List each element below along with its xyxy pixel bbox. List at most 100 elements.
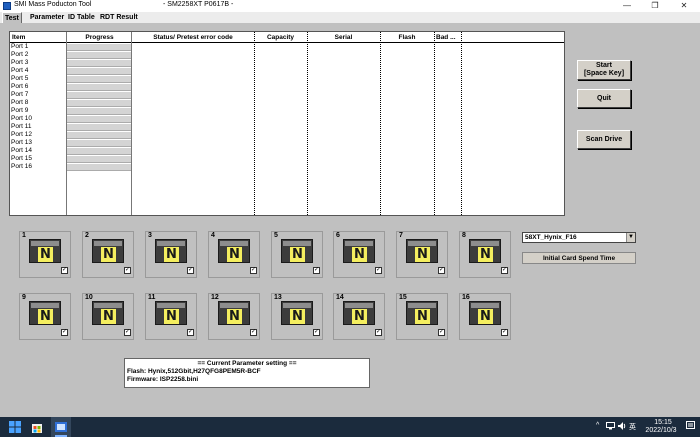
slot-checkbox[interactable]: ✓ [501, 329, 508, 336]
progress-cell [67, 132, 131, 139]
progress-cell [67, 148, 131, 155]
port-label: Port 16 [11, 163, 32, 170]
column-header-progress[interactable]: Progress [67, 33, 132, 42]
slot-checkbox[interactable]: ✓ [187, 329, 194, 336]
tab-test[interactable]: Test [2, 12, 22, 23]
drive-icon: N [29, 239, 61, 263]
slot-checkbox[interactable]: ✓ [375, 267, 382, 274]
slot-number: 16 [462, 294, 470, 301]
drive-letter: N [38, 309, 53, 324]
clock-date[interactable]: 2022/10/3 [641, 427, 681, 434]
port-label: Port 7 [11, 91, 29, 98]
drive-slot[interactable]: 4 N ✓ [208, 231, 260, 278]
drive-slot[interactable]: 1 N ✓ [19, 231, 71, 278]
drive-icon: N [469, 239, 501, 263]
slot-checkbox[interactable]: ✓ [61, 329, 68, 336]
drive-slot[interactable]: 5 N ✓ [271, 231, 323, 278]
drive-icon: N [343, 301, 375, 325]
flash-setting-dropdown[interactable]: 58XT_Hynix_F16 ▼ [522, 232, 636, 243]
drive-slot[interactable]: 2 N ✓ [82, 231, 134, 278]
volume-icon[interactable] [618, 422, 627, 432]
column-divider [307, 32, 308, 215]
drive-slot[interactable]: 11 N ✓ [145, 293, 197, 340]
scan-drive-button[interactable]: Scan Drive [577, 130, 631, 149]
slot-checkbox[interactable]: ✓ [250, 267, 257, 274]
input-language-indicator[interactable]: 英 [629, 422, 636, 432]
tray-chevron-icon[interactable]: ^ [596, 422, 599, 429]
app-icon [3, 2, 11, 10]
drive-letter: N [101, 309, 116, 324]
port-status-grid[interactable]: Item Progress Status/ Pretest error code… [9, 31, 565, 216]
drive-icon: N [281, 239, 313, 263]
slot-checkbox[interactable]: ✓ [438, 267, 445, 274]
minimize-button[interactable]: — [613, 0, 641, 12]
slot-checkbox[interactable]: ✓ [438, 329, 445, 336]
network-icon[interactable] [606, 422, 615, 432]
close-button[interactable]: ✕ [670, 0, 698, 12]
drive-slot[interactable]: 14 N ✓ [333, 293, 385, 340]
column-divider [380, 32, 381, 215]
slot-number: 1 [22, 232, 26, 239]
slot-checkbox[interactable]: ✓ [501, 267, 508, 274]
slot-number: 12 [211, 294, 219, 301]
flash-setting-value: 58XT_Hynix_F16 [525, 234, 577, 241]
drive-slot[interactable]: 8 N ✓ [459, 231, 511, 278]
drive-slot[interactable]: 12 N ✓ [208, 293, 260, 340]
column-header-capacity[interactable]: Capacity [254, 33, 307, 42]
slot-number: 4 [211, 232, 215, 239]
slot-checkbox[interactable]: ✓ [375, 329, 382, 336]
slot-number: 2 [85, 232, 89, 239]
clock-time[interactable]: 15:15 [648, 419, 678, 426]
column-header-status[interactable]: Status/ Pretest error code [132, 33, 254, 42]
slot-number: 3 [148, 232, 152, 239]
drive-letter: N [164, 309, 179, 324]
drive-letter: N [164, 247, 179, 262]
slot-checkbox[interactable]: ✓ [313, 329, 320, 336]
slot-checkbox[interactable]: ✓ [313, 267, 320, 274]
drive-slot[interactable]: 16 N ✓ [459, 293, 511, 340]
port-label: Port 11 [11, 123, 32, 130]
drive-slot[interactable]: 10 N ✓ [82, 293, 134, 340]
taskbar [0, 417, 700, 437]
column-divider [131, 32, 132, 215]
slot-number: 5 [274, 232, 278, 239]
column-header-bad[interactable]: Bad ... [436, 33, 462, 42]
column-header-item[interactable]: Item [12, 33, 62, 42]
notification-icon[interactable] [686, 421, 695, 432]
drive-slot[interactable]: 9 N ✓ [19, 293, 71, 340]
port-label: Port 6 [11, 83, 29, 90]
port-label: Port 8 [11, 99, 29, 106]
drive-icon: N [155, 301, 187, 325]
initial-card-spend-time-button[interactable]: Initial Card Spend Time [522, 252, 636, 264]
progress-cell [67, 100, 131, 107]
mass-production-tool-icon[interactable] [54, 420, 68, 434]
column-header-serial[interactable]: Serial [307, 33, 380, 42]
slot-checkbox[interactable]: ✓ [250, 329, 257, 336]
parameter-title: == Current Parameter setting == [197, 360, 297, 367]
slot-checkbox[interactable]: ✓ [187, 267, 194, 274]
slot-checkbox[interactable]: ✓ [61, 267, 68, 274]
port-label: Port 10 [11, 115, 32, 122]
progress-cell [67, 108, 131, 115]
drive-slot[interactable]: 6 N ✓ [333, 231, 385, 278]
tab-parameter[interactable]: Parameter [28, 12, 66, 23]
store-icon[interactable] [30, 420, 44, 434]
tab-id-table[interactable]: ID Table [66, 12, 97, 23]
slot-checkbox[interactable]: ✓ [124, 329, 131, 336]
quit-button[interactable]: Quit [577, 89, 631, 108]
drive-slot[interactable]: 7 N ✓ [396, 231, 448, 278]
column-divider [461, 32, 462, 215]
slot-number: 14 [336, 294, 344, 301]
slot-number: 7 [399, 232, 403, 239]
drive-icon: N [92, 301, 124, 325]
restore-button[interactable]: ❐ [641, 0, 669, 12]
tab-rdt-result[interactable]: RDT Result [98, 12, 140, 23]
start-button[interactable]: Start [Space Key] [577, 60, 631, 80]
slot-checkbox[interactable]: ✓ [124, 267, 131, 274]
windows-start-icon[interactable] [8, 420, 22, 434]
column-header-flash[interactable]: Flash [380, 33, 434, 42]
chevron-down-icon[interactable]: ▼ [626, 233, 635, 242]
drive-slot[interactable]: 15 N ✓ [396, 293, 448, 340]
drive-slot[interactable]: 13 N ✓ [271, 293, 323, 340]
drive-slot[interactable]: 3 N ✓ [145, 231, 197, 278]
